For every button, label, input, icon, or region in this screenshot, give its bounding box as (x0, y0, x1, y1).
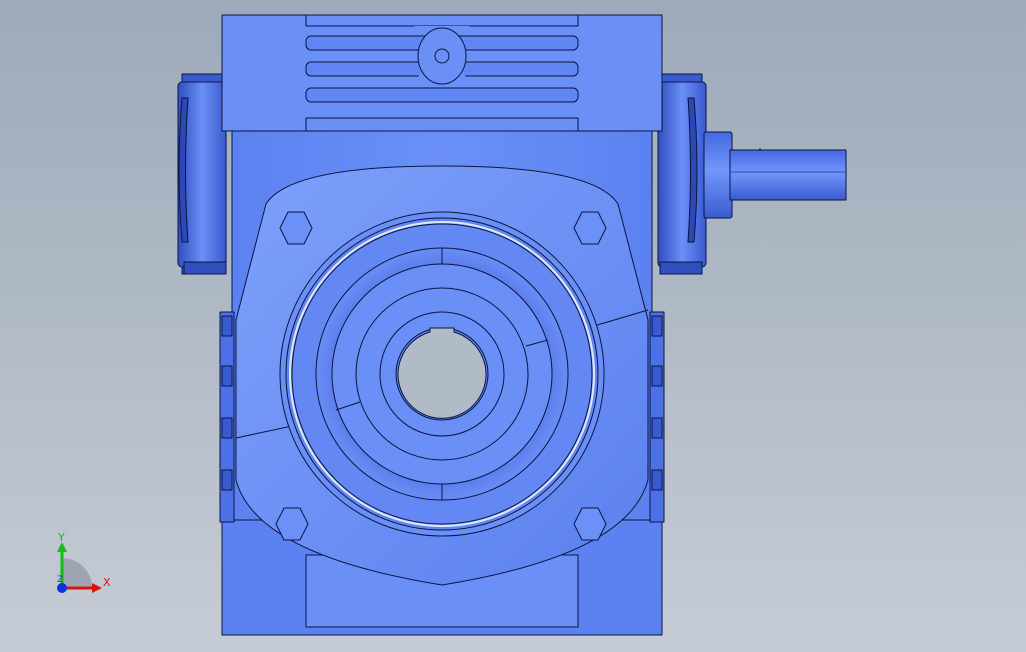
input-shaft[interactable] (703, 131, 847, 219)
left-bearing-cover[interactable] (177, 73, 227, 275)
right-bearing-cover[interactable] (657, 73, 707, 275)
z-axis-label: Z (57, 575, 63, 585)
y-axis-label: Y (57, 531, 65, 544)
cad-3d-viewport[interactable]: Y X Z (0, 0, 1026, 652)
coordinate-triad: Y X Z (57, 531, 111, 593)
output-hollow-shaft[interactable] (279, 211, 605, 537)
top-cover[interactable] (221, 14, 663, 132)
worm-gearbox-model[interactable] (0, 0, 1026, 652)
x-axis-label: X (103, 576, 111, 589)
